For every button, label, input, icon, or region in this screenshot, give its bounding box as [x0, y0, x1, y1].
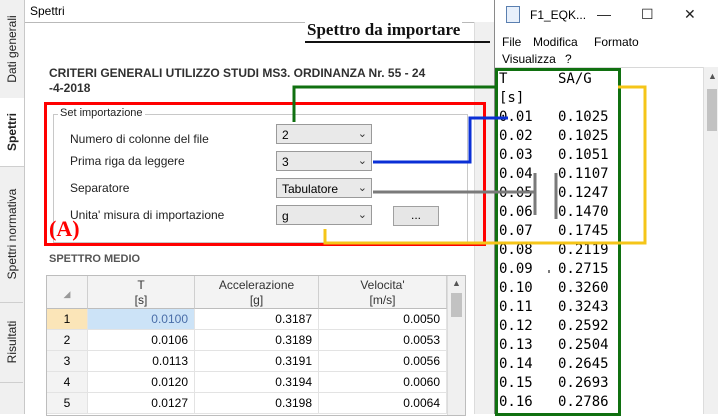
connector-blue [373, 116, 508, 164]
stray-dot [548, 270, 550, 273]
annotation-connectors [292, 85, 647, 273]
connector-yellow [323, 85, 647, 245]
connector-green [292, 85, 495, 122]
